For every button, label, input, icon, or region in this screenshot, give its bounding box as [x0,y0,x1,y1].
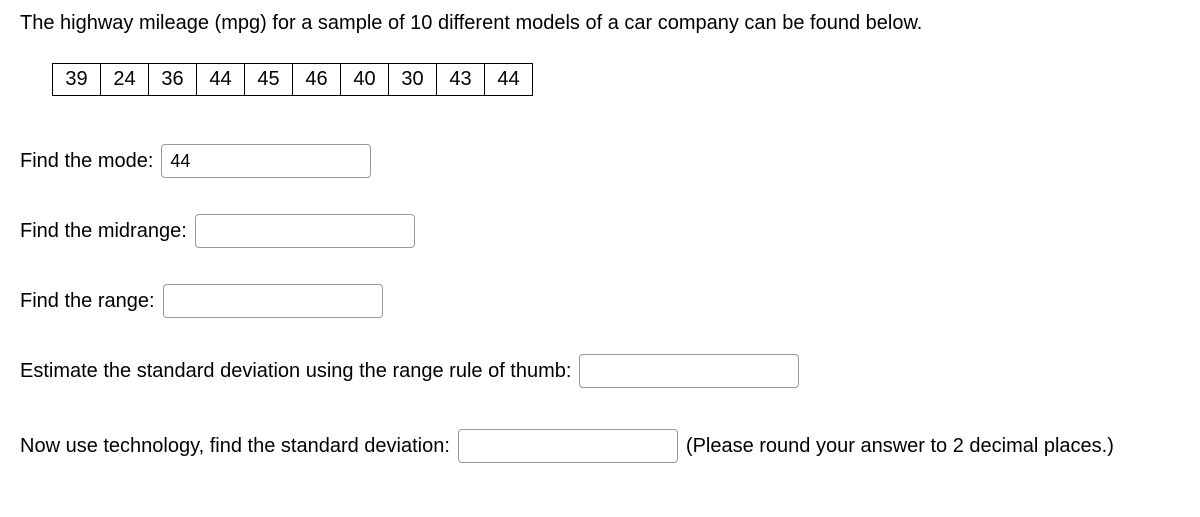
stddev-label-before: Now use technology, find the standard de… [20,424,450,468]
data-cell: 30 [389,64,437,96]
mode-label: Find the mode: [20,150,153,173]
data-cell: 44 [485,64,533,96]
midrange-input[interactable] [195,214,415,248]
estimate-label: Estimate the standard deviation using th… [20,360,571,383]
estimate-question: Estimate the standard deviation using th… [20,354,1180,388]
data-cell: 39 [53,64,101,96]
estimate-input[interactable] [579,354,799,388]
stddev-question: Now use technology, find the standard de… [20,424,1180,468]
data-row: 39 24 36 44 45 46 40 30 43 44 [53,64,533,96]
stddev-input[interactable] [458,429,678,463]
data-cell: 46 [293,64,341,96]
data-cell: 24 [101,64,149,96]
range-question: Find the range: [20,284,1180,318]
data-table: 39 24 36 44 45 46 40 30 43 44 [52,63,533,96]
mode-input[interactable] [161,144,371,178]
data-cell: 40 [341,64,389,96]
data-cell: 44 [197,64,245,96]
data-cell: 43 [437,64,485,96]
midrange-question: Find the midrange: [20,214,1180,248]
intro-text: The highway mileage (mpg) for a sample o… [20,12,1180,35]
range-input[interactable] [163,284,383,318]
range-label: Find the range: [20,290,155,313]
mode-question: Find the mode: [20,144,1180,178]
midrange-label: Find the midrange: [20,220,187,243]
data-cell: 45 [245,64,293,96]
stddev-label-after: (Please round your answer to 2 decimal p… [686,424,1114,468]
data-cell: 36 [149,64,197,96]
